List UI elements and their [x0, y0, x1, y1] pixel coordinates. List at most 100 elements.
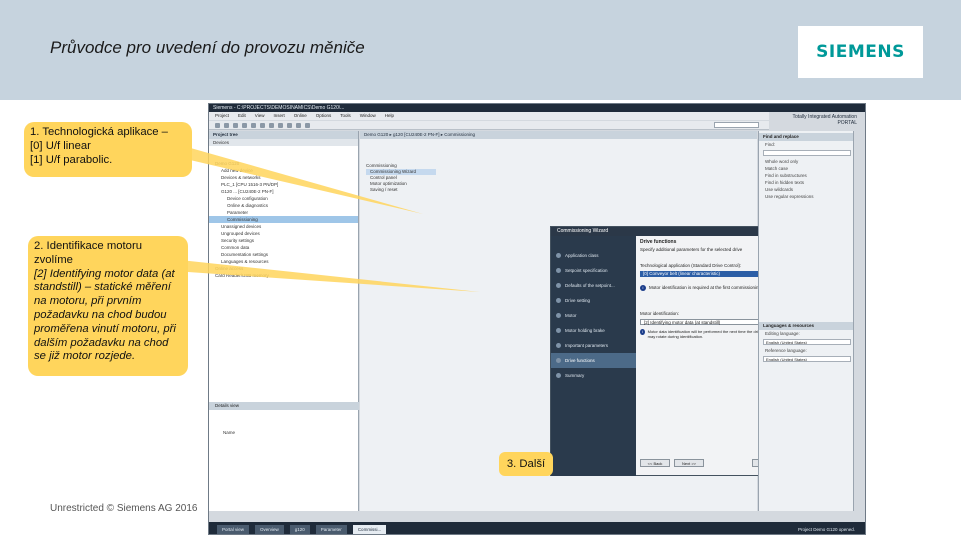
callout-2-text: [2] Identifying motor data (at standstil…: [34, 267, 176, 363]
info-icon: i: [640, 329, 645, 335]
tia-statusbar: Portal view Overview g120 Parameter Comm…: [209, 522, 865, 534]
wizard-step[interactable]: Application class: [551, 248, 636, 263]
tree-item[interactable]: G120 ... [CU240E-2 PN-F]: [209, 188, 358, 195]
task-portal-view[interactable]: Portal view: [217, 524, 250, 534]
editor-area: Demo G120 ▸ g120 [CU240E-2 PN-F] ▸ Commi…: [360, 131, 820, 511]
slide: Průvodce pro uvedení do provozu měniče S…: [0, 0, 961, 540]
option-hidden-texts[interactable]: Find in hidden texts: [759, 179, 855, 186]
editing-language-label: Editing language:: [765, 331, 800, 336]
wizard-step[interactable]: Drive setting: [551, 293, 636, 308]
undo-icon[interactable]: [278, 122, 283, 128]
task-commissioning[interactable]: Commissi...: [352, 524, 387, 534]
menu-window[interactable]: Window: [360, 112, 376, 120]
task-sidebar-tabs[interactable]: [853, 131, 865, 511]
devices-tab[interactable]: Devices: [209, 139, 358, 146]
callout-next: 3. Další: [499, 452, 553, 476]
wizard-step[interactable]: Defaults of the setpoint...: [551, 278, 636, 293]
nav-saving-reset[interactable]: Saving / reset: [366, 187, 436, 193]
menu-edit[interactable]: Edit: [238, 112, 246, 120]
menu-insert[interactable]: Insert: [273, 112, 284, 120]
callout-1-line: [0] U/f linear: [30, 139, 91, 152]
commissioning-nav: Commissioning Commissioning Wizard Contr…: [366, 163, 436, 193]
paste-icon[interactable]: [269, 122, 274, 128]
redo-icon[interactable]: [287, 122, 292, 128]
tree-item[interactable]: Documentation settings: [209, 251, 358, 258]
find-replace-header[interactable]: Find and replace: [759, 133, 855, 141]
menu-help[interactable]: Help: [385, 112, 394, 120]
footer-text: Unrestricted © Siemens AG 2016: [50, 503, 198, 514]
cut-icon[interactable]: [251, 122, 256, 128]
tree-item[interactable]: Add new device: [209, 167, 358, 174]
save-icon[interactable]: [233, 122, 238, 128]
tree-item[interactable]: Security settings: [209, 237, 358, 244]
tree-item[interactable]: Demo G120: [209, 160, 358, 167]
option-match-case[interactable]: Match case: [759, 165, 855, 172]
go-online-icon[interactable]: [296, 122, 301, 128]
wizard-step[interactable]: Summary: [551, 368, 636, 383]
callout-motor-identification: 2. Identifikace motoru zvolíme [2] Ident…: [28, 236, 188, 376]
option-wildcards[interactable]: Use wildcards: [759, 186, 855, 193]
tree-item[interactable]: Unassigned devices: [209, 223, 358, 230]
find-input[interactable]: [763, 150, 851, 156]
reference-language-select[interactable]: English (United States): [763, 356, 851, 362]
menu-tools[interactable]: Tools: [340, 112, 351, 120]
info-text-1: Motor identification is required at the …: [649, 285, 763, 291]
breadcrumb: Demo G120 ▸ g120 [CU240E-2 PN-F] ▸ Commi…: [360, 131, 757, 139]
project-tree-panel: Project tree Devices Demo G120 Add new d…: [209, 131, 359, 511]
slide-title: Průvodce pro uvedení do provozu měniče: [50, 38, 365, 57]
new-icon[interactable]: [215, 122, 220, 128]
callout-1-line: 1. Technologická aplikace –: [30, 126, 168, 138]
wizard-step-active[interactable]: Drive functions: [551, 353, 636, 368]
option-substructures[interactable]: Find in substructures: [759, 172, 855, 179]
option-regex[interactable]: Use regular expressions: [759, 193, 855, 200]
callout-2-line: 2. Identifikace motoru zvolíme: [34, 240, 143, 266]
next-button[interactable]: Next >>: [674, 459, 704, 467]
task-overview[interactable]: Overview: [255, 524, 284, 534]
tree-item-commissioning[interactable]: Commissioning: [209, 216, 358, 223]
copy-icon[interactable]: [260, 122, 265, 128]
task-card-panel: Find and replace Find: Whole word only M…: [758, 131, 855, 511]
search-project-input[interactable]: [714, 122, 759, 128]
task-parameter[interactable]: Parameter: [315, 524, 347, 534]
tia-menubar: Project Edit View Insert Online Options …: [209, 112, 769, 120]
details-name-column: Name: [223, 430, 236, 435]
tia-brand-line2: PORTAL: [837, 120, 857, 126]
open-icon[interactable]: [224, 122, 229, 128]
task-g120[interactable]: g120: [289, 524, 310, 534]
slide-header: Průvodce pro uvedení do provozu měniče S…: [0, 0, 961, 100]
wizard-steps: Application class Setpoint specification…: [551, 236, 636, 476]
tree-item[interactable]: Online access: [209, 265, 358, 272]
wizard-step[interactable]: Motor: [551, 308, 636, 323]
callout-1-line: [1] U/f parabolic.: [30, 153, 113, 166]
tree-item[interactable]: PLC_1 [CPU 1516-3 PN/DP]: [209, 181, 358, 188]
menu-view[interactable]: View: [255, 112, 265, 120]
menu-options[interactable]: Options: [316, 112, 332, 120]
wizard-step[interactable]: Setpoint specification: [551, 263, 636, 278]
tree-item[interactable]: Ungrouped devices: [209, 230, 358, 237]
menu-online[interactable]: Online: [294, 112, 307, 120]
logo-text: SIEMENS: [816, 42, 905, 62]
editing-language-select[interactable]: English (United States): [763, 339, 851, 345]
tree-item[interactable]: Devices & networks: [209, 174, 358, 181]
details-view-header[interactable]: Details view: [209, 402, 359, 410]
wizard-step[interactable]: Motor holding brake: [551, 323, 636, 338]
option-whole-word[interactable]: Whole word only: [759, 158, 855, 165]
info-icon: i: [640, 285, 646, 291]
tree-item[interactable]: Languages & resources: [209, 258, 358, 265]
print-icon[interactable]: [242, 122, 247, 128]
tree-item[interactable]: Online & diagnostics: [209, 202, 358, 209]
reference-language-label: Reference language:: [765, 348, 807, 353]
languages-header[interactable]: Languages & resources: [759, 322, 855, 330]
tia-titlebar: Siemens - C:\PROJECTS\DEMOSINAMICS\Demo …: [209, 104, 865, 112]
tree-item[interactable]: Card Reader/USB memory: [209, 272, 358, 279]
callout-technology-application: 1. Technologická aplikace – [0] U/f line…: [24, 122, 192, 177]
back-button[interactable]: << Back: [640, 459, 670, 467]
go-offline-icon[interactable]: [305, 122, 310, 128]
tree-item[interactable]: Parameter: [209, 209, 358, 216]
project-tree-title: Project tree: [209, 131, 358, 139]
tia-toolbar: [209, 121, 769, 130]
menu-project[interactable]: Project: [215, 112, 229, 120]
tree-item[interactable]: Device configuration: [209, 195, 358, 202]
tree-item[interactable]: Common data: [209, 244, 358, 251]
wizard-step[interactable]: Important parameters: [551, 338, 636, 353]
